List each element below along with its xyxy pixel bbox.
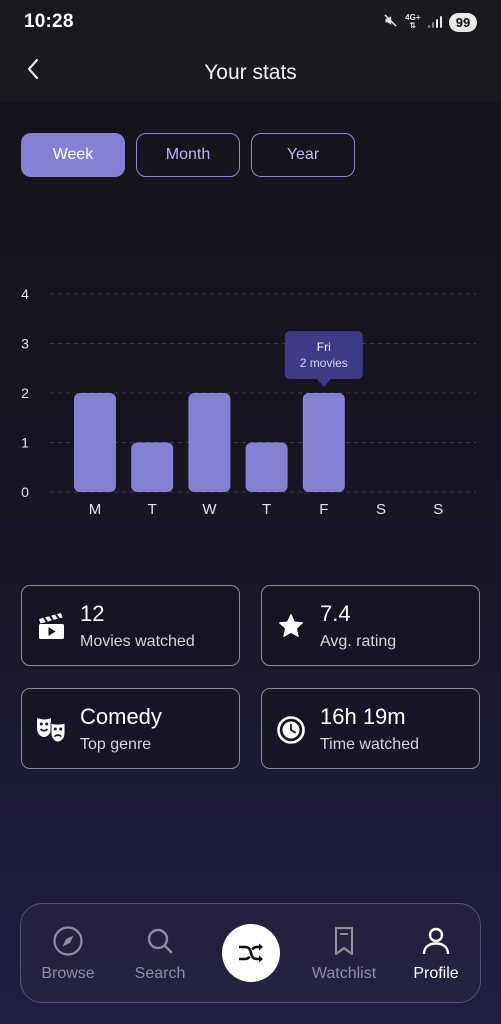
nav-watchlist-label: Watchlist — [311, 965, 377, 982]
time-watched-card: 16h 19m Time watched — [261, 688, 480, 769]
y-tick-label: 3 — [21, 336, 29, 352]
y-tick-label: 2 — [21, 385, 29, 401]
bookmark-icon — [334, 926, 354, 956]
y-tick-label: 0 — [21, 484, 29, 500]
movies-watched-card: 12 Movies watched — [21, 585, 240, 666]
nav-profile-label: Profile — [413, 965, 459, 982]
movies-watched-label: Movies watched — [80, 632, 195, 650]
bar-t-3 — [245, 442, 288, 492]
signal-icon — [427, 16, 442, 28]
clock-icon — [262, 714, 320, 744]
nav-search-label: Search — [134, 965, 186, 982]
tab-year[interactable]: Year — [251, 133, 355, 177]
data-arrows-icon: ⇅ — [409, 21, 417, 30]
mute-icon — [383, 13, 398, 31]
status-icons: 4G+ ⇅ 99 — [383, 12, 477, 32]
time-watched-label: Time watched — [320, 735, 419, 753]
y-tick-label: 1 — [21, 435, 29, 451]
clapperboard-icon — [22, 611, 80, 641]
bar-m-0 — [74, 393, 116, 492]
bottom-nav: Browse Search Watchlist Profile — [20, 903, 481, 1003]
star-icon — [262, 612, 320, 640]
theater-masks-icon — [22, 714, 80, 744]
top-genre-card: Comedy Top genre — [21, 688, 240, 769]
compass-icon — [53, 926, 83, 956]
tooltip-title: Fri — [317, 340, 331, 354]
x-tick-label: S — [433, 501, 443, 518]
battery-indicator: 99 — [449, 12, 477, 32]
top-genre-label: Top genre — [80, 735, 152, 753]
tab-week[interactable]: Week — [21, 133, 125, 177]
search-icon — [147, 928, 173, 954]
time-watched-value: 16h 19m — [320, 703, 406, 729]
nav-profile[interactable]: Profile — [394, 904, 478, 1004]
movies-watched-value: 12 — [80, 600, 105, 626]
chart-tooltip — [284, 331, 363, 379]
nav-search[interactable]: Search — [118, 904, 202, 1004]
network-indicator: 4G+ ⇅ — [405, 14, 420, 30]
x-tick-label: W — [202, 501, 217, 518]
bar-w-2 — [188, 393, 231, 492]
chart-tooltip-pointer — [316, 379, 331, 387]
top-genre-value: Comedy — [80, 703, 162, 729]
x-tick-label: T — [262, 501, 271, 518]
x-tick-label: T — [148, 501, 157, 518]
user-icon — [422, 927, 450, 955]
bar-f-4 — [302, 393, 345, 492]
shuffle-icon — [239, 943, 263, 963]
nav-browse-label: Browse — [41, 965, 95, 982]
avg-rating-label: Avg. rating — [320, 632, 397, 650]
x-tick-label: M — [89, 501, 102, 518]
tab-month[interactable]: Month — [136, 133, 240, 177]
avg-rating-value: 7.4 — [320, 600, 351, 626]
avg-rating-card: 7.4 Avg. rating — [261, 585, 480, 666]
movies-per-day-chart: 0 1 2 3 4 M T W T F S S Fri 2 movies — [21, 286, 476, 518]
app-header: Your stats — [0, 44, 501, 102]
y-tick-label: 4 — [21, 286, 29, 302]
shuffle-button[interactable] — [222, 924, 280, 982]
status-time: 10:28 — [24, 11, 74, 32]
x-tick-label: F — [319, 501, 328, 518]
chevron-left-icon — [27, 58, 39, 80]
status-bar: 10:28 4G+ ⇅ 99 — [0, 0, 501, 44]
back-button[interactable] — [20, 56, 46, 82]
x-tick-label: S — [376, 501, 386, 518]
tooltip-subtitle: 2 movies — [300, 356, 348, 370]
nav-browse[interactable]: Browse — [26, 904, 110, 1004]
period-tabs: Week Month Year — [21, 133, 355, 177]
nav-watchlist[interactable]: Watchlist — [302, 904, 386, 1004]
bar-t-1 — [131, 442, 174, 492]
page-title: Your stats — [204, 61, 297, 84]
